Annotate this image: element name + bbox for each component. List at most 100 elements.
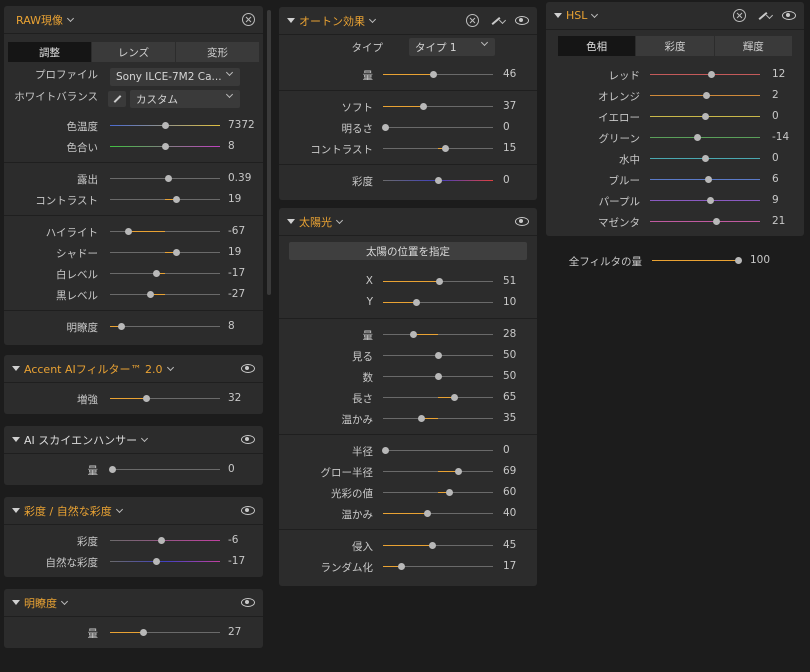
slider-knob[interactable] bbox=[701, 113, 709, 120]
slider-value[interactable]: 0 bbox=[503, 444, 510, 456]
eye-icon[interactable] bbox=[782, 11, 796, 20]
slider-value[interactable]: 51 bbox=[503, 275, 516, 287]
slider-value[interactable]: 8 bbox=[228, 140, 235, 152]
slider-knob[interactable] bbox=[434, 373, 442, 380]
collapse-triangle-icon[interactable] bbox=[12, 366, 20, 371]
slider-knob[interactable] bbox=[455, 468, 463, 475]
slider-knob[interactable] bbox=[381, 447, 389, 454]
slider-knob[interactable] bbox=[152, 270, 160, 277]
chevron-down-icon[interactable] bbox=[368, 15, 377, 23]
slider-knob[interactable] bbox=[418, 415, 425, 422]
slider-track[interactable] bbox=[110, 326, 220, 327]
slider-knob[interactable] bbox=[161, 143, 169, 150]
brush-icon[interactable] bbox=[489, 15, 505, 27]
slider-value[interactable]: 100 bbox=[750, 254, 770, 266]
slider-value[interactable]: 19 bbox=[228, 193, 241, 205]
slider-track[interactable] bbox=[110, 469, 220, 470]
clarity-panel-header[interactable]: 明瞭度 bbox=[4, 589, 263, 617]
close-icon[interactable] bbox=[466, 14, 479, 27]
slider-value[interactable]: 32 bbox=[228, 392, 241, 404]
slider-value[interactable]: -67 bbox=[228, 225, 245, 237]
slider-knob[interactable] bbox=[108, 466, 116, 473]
slider-track[interactable] bbox=[650, 74, 760, 75]
slider-value[interactable]: -6 bbox=[228, 534, 238, 546]
slider-knob[interactable] bbox=[430, 71, 438, 78]
slider-knob[interactable] bbox=[117, 323, 125, 330]
slider-value[interactable]: 0 bbox=[503, 121, 510, 133]
slider-value[interactable]: 10 bbox=[503, 296, 516, 308]
slider-value[interactable]: 12 bbox=[772, 68, 785, 80]
eye-icon[interactable] bbox=[241, 435, 255, 444]
slider-knob[interactable] bbox=[434, 352, 442, 359]
collapse-triangle-icon[interactable] bbox=[287, 219, 295, 224]
slider-knob[interactable] bbox=[434, 177, 442, 184]
slider-value[interactable]: 2 bbox=[772, 89, 779, 101]
slider-knob[interactable] bbox=[172, 249, 180, 256]
slider-track[interactable] bbox=[383, 450, 493, 451]
slider-value[interactable]: 50 bbox=[503, 370, 516, 382]
eye-icon[interactable] bbox=[241, 364, 255, 373]
slider-value[interactable]: 7372 bbox=[228, 119, 255, 131]
eye-icon[interactable] bbox=[515, 217, 529, 226]
slider-knob[interactable] bbox=[429, 542, 436, 549]
sky-panel-header[interactable]: AI スカイエンハンサー bbox=[4, 426, 263, 454]
slider-knob[interactable] bbox=[423, 510, 431, 517]
slider-knob[interactable] bbox=[451, 394, 458, 401]
slider-value[interactable]: -14 bbox=[772, 131, 789, 143]
slider-knob[interactable] bbox=[445, 489, 453, 496]
slider-knob[interactable] bbox=[142, 395, 150, 402]
accent-panel-header[interactable]: Accent AIフィルター™ 2.0 bbox=[4, 355, 263, 383]
slider-track[interactable] bbox=[110, 294, 220, 295]
slider-value[interactable]: 35 bbox=[503, 412, 516, 424]
hsl-panel-header[interactable]: HSL bbox=[546, 2, 804, 30]
slider-value[interactable]: 0 bbox=[772, 110, 779, 122]
collapse-triangle-icon[interactable] bbox=[12, 508, 20, 513]
slider-knob[interactable] bbox=[172, 196, 180, 203]
slider-knob[interactable] bbox=[125, 228, 133, 235]
slider-knob[interactable] bbox=[702, 92, 710, 99]
slider-knob[interactable] bbox=[158, 537, 166, 544]
slider-value[interactable]: 9 bbox=[772, 194, 779, 206]
slider-track[interactable] bbox=[650, 137, 760, 138]
slider-knob[interactable] bbox=[398, 563, 406, 570]
slider-knob[interactable] bbox=[420, 103, 428, 110]
close-icon[interactable] bbox=[733, 9, 746, 22]
slider-value[interactable]: 0 bbox=[772, 152, 779, 164]
slider-value[interactable]: 50 bbox=[503, 349, 516, 361]
close-icon[interactable] bbox=[242, 13, 255, 26]
chevron-down-icon[interactable] bbox=[60, 597, 69, 605]
raw-panel-header[interactable]: RAW現像 bbox=[4, 6, 263, 34]
slider-knob[interactable] bbox=[704, 176, 712, 183]
slider-value[interactable]: 65 bbox=[503, 391, 516, 403]
tab-transform[interactable]: 変形 bbox=[176, 42, 259, 62]
slider-track[interactable] bbox=[110, 561, 220, 562]
slider-value[interactable]: 28 bbox=[503, 328, 516, 340]
slider-value[interactable]: 0 bbox=[503, 174, 510, 186]
slider-value[interactable]: -27 bbox=[228, 288, 245, 300]
slider-value[interactable]: 27 bbox=[228, 626, 241, 638]
slider-value[interactable]: 37 bbox=[503, 100, 516, 112]
slider-knob[interactable] bbox=[701, 155, 709, 162]
chevron-down-icon[interactable] bbox=[115, 505, 123, 513]
slider-value[interactable]: 46 bbox=[503, 68, 516, 80]
slider-knob[interactable] bbox=[139, 629, 147, 636]
slider-value[interactable]: 6 bbox=[772, 173, 779, 185]
sunlight-panel-header[interactable]: 太陽光 bbox=[279, 208, 537, 236]
chevron-down-icon[interactable] bbox=[166, 363, 174, 371]
slider-knob[interactable] bbox=[381, 124, 389, 131]
slider-knob[interactable] bbox=[708, 71, 716, 78]
slider-track[interactable] bbox=[650, 221, 760, 222]
tab-hue[interactable]: 色相 bbox=[558, 36, 636, 56]
slider-value[interactable]: 45 bbox=[503, 539, 516, 551]
slider-value[interactable]: 19 bbox=[228, 246, 241, 258]
slider-value[interactable]: 0.39 bbox=[228, 172, 251, 184]
slider-value[interactable]: 17 bbox=[503, 560, 516, 572]
chevron-down-icon[interactable] bbox=[141, 434, 149, 442]
collapse-triangle-icon[interactable] bbox=[12, 600, 20, 605]
slider-track[interactable] bbox=[383, 127, 493, 128]
slider-knob[interactable] bbox=[734, 257, 742, 264]
eye-icon[interactable] bbox=[241, 506, 255, 515]
eye-icon[interactable] bbox=[515, 16, 529, 25]
slider-track[interactable] bbox=[383, 334, 493, 335]
scrollbar[interactable] bbox=[267, 10, 271, 295]
